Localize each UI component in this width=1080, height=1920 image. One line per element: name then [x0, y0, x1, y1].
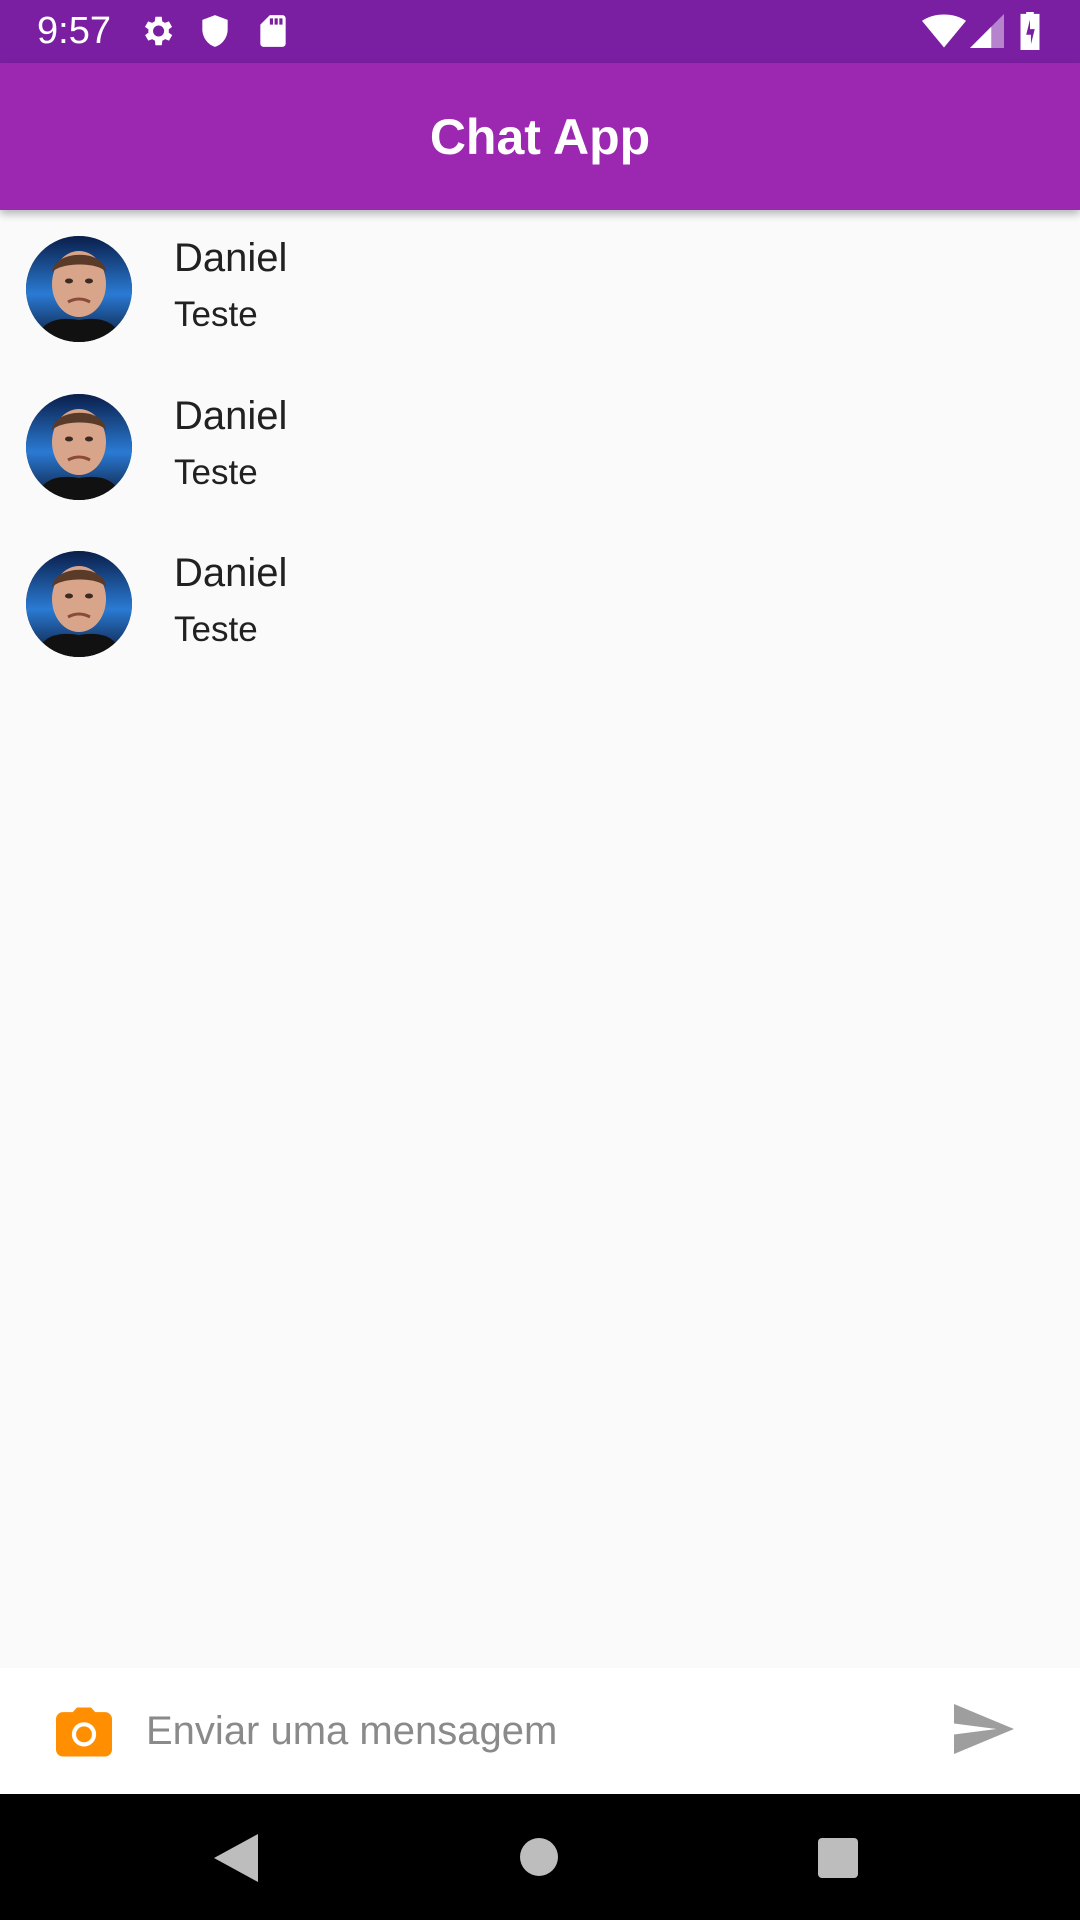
- avatar[interactable]: [26, 394, 132, 500]
- avatar[interactable]: [26, 236, 132, 342]
- page-title: Chat App: [429, 109, 651, 165]
- list-item[interactable]: Daniel Teste: [0, 368, 1080, 526]
- sender-name: Daniel: [174, 551, 288, 595]
- back-icon: [214, 1834, 258, 1882]
- send-icon: [954, 1704, 1014, 1754]
- recents-button[interactable]: [818, 1838, 858, 1883]
- cellular-signal-icon: [970, 14, 1004, 53]
- camera-icon: [56, 1707, 112, 1757]
- app-bar: Chat App: [0, 63, 1080, 210]
- message-text: Teste: [174, 610, 258, 649]
- send-button[interactable]: [954, 1704, 1016, 1760]
- back-button[interactable]: [214, 1834, 258, 1887]
- system-nav-bar: [0, 1794, 1080, 1920]
- recents-icon: [818, 1838, 858, 1878]
- home-button[interactable]: [520, 1838, 558, 1881]
- sd-card-icon: [254, 12, 292, 55]
- camera-button[interactable]: [50, 1701, 118, 1763]
- list-item[interactable]: Daniel Teste: [0, 210, 1080, 368]
- shield-icon: [196, 12, 234, 55]
- sender-name: Daniel: [174, 236, 288, 280]
- status-bar: 9:57: [0, 0, 1080, 63]
- battery-charging-icon: [1018, 12, 1042, 55]
- message-text: Teste: [174, 453, 258, 492]
- message-text: Teste: [174, 295, 258, 334]
- avatar[interactable]: [26, 551, 132, 657]
- message-input[interactable]: [146, 1694, 906, 1768]
- wifi-icon: [922, 14, 966, 53]
- status-time: 9:57: [37, 10, 111, 52]
- sender-name: Daniel: [174, 394, 288, 438]
- gear-icon: [138, 12, 176, 55]
- home-icon: [520, 1838, 558, 1876]
- message-composer: [0, 1668, 1080, 1794]
- list-item[interactable]: Daniel Teste: [0, 525, 1080, 683]
